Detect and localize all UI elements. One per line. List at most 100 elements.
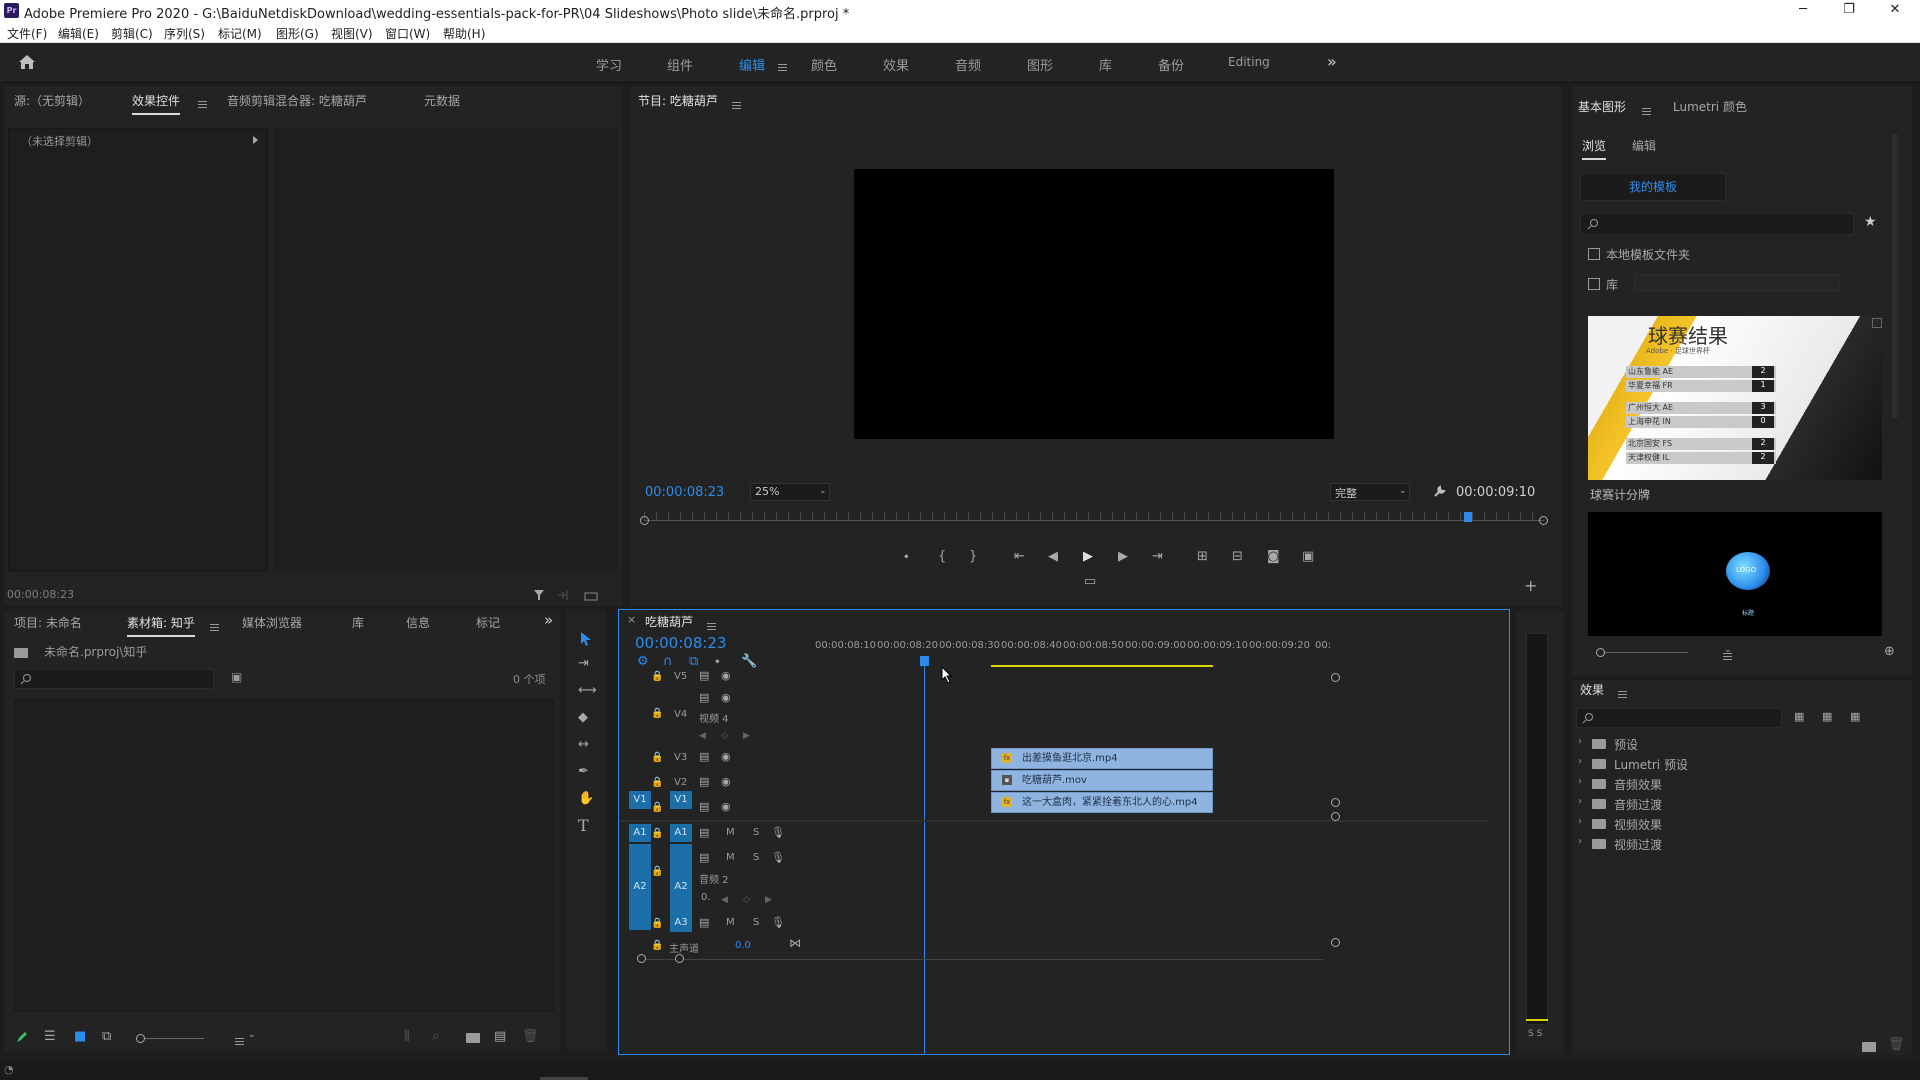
track-v1-target[interactable]: V1 [670,791,692,809]
microphone-icon[interactable]: 🎙 [771,825,785,841]
tab-libraries[interactable]: 库 [352,614,364,631]
program-playhead[interactable] [1464,512,1472,522]
effects-menu-icon[interactable] [1618,691,1627,698]
menu-graphics[interactable]: 图形(G) [276,25,319,42]
video-audio-divider[interactable] [619,820,1487,822]
go-to-out-icon[interactable]: ⇥ [1152,549,1163,565]
tab-audio-clip-mixer[interactable]: 音频剪辑混合器: 吃糖葫芦 [227,92,367,109]
linked-selection-icon[interactable]: ⧉ [689,654,698,670]
extract-icon[interactable]: ⊟ [1232,549,1243,565]
automate-sequence-icon[interactable]: ⫼ [404,1029,410,1045]
next-keyframe-icon[interactable]: ▶ [765,892,772,908]
close-sequence-icon[interactable]: × [627,613,636,626]
tab-browse[interactable]: 浏览 [1582,137,1607,160]
my-templates-button[interactable]: 我的模板 [1580,173,1726,201]
lock-icon[interactable]: 🔒 [651,864,663,880]
menu-file[interactable]: 文件(F) [7,25,47,42]
audio-scroll-top[interactable] [1331,812,1340,821]
nest-icon[interactable]: ⚙ [637,654,649,670]
sync-lock-icon[interactable]: ▤ [699,915,709,931]
effects-item-video-transitions[interactable]: › 视频过渡 [1576,836,1876,854]
camera-icon[interactable]: ◙ [1267,549,1280,565]
play-icon[interactable]: ▶ [1083,549,1093,565]
next-keyframe-icon[interactable]: ▶ [743,728,750,744]
workspace-backup[interactable]: 备份 [1158,55,1184,74]
workspace-color[interactable]: 颜色 [811,55,837,74]
workspace-menu-icon[interactable] [778,64,787,71]
eye-icon[interactable]: ◉ [721,749,731,765]
sync-lock-icon[interactable]: ▤ [699,690,709,706]
zoom-select[interactable]: 25% ⌄ [750,483,830,501]
track-select-tool-icon[interactable]: ⇥ [578,656,589,672]
tab-source[interactable]: 源:（无剪辑） [14,92,90,109]
source-patch-a1[interactable]: A1 [629,824,651,842]
track-area[interactable] [811,668,1331,960]
sync-lock-icon[interactable]: ▤ [699,749,709,765]
sync-lock-icon[interactable]: ▤ [699,774,709,790]
sequence-menu-icon[interactable] [707,623,716,630]
expand-arrow-icon[interactable] [253,136,258,144]
effects-item-video-effects[interactable]: › 视频效果 [1576,816,1876,834]
list-view-icon[interactable]: ☰ [44,1029,56,1045]
solo-button[interactable]: S [753,827,759,838]
hand-tool-icon[interactable]: ✋ [578,791,594,807]
lift-icon[interactable]: ⊞ [1197,549,1208,565]
workspace-editing[interactable]: 编辑 [739,55,766,88]
effects-item-audio-effects[interactable]: › 音频效果 [1576,776,1876,794]
eg-scrollbar[interactable] [1892,134,1898,418]
audio-scroll-bottom[interactable] [1331,938,1340,947]
status-indicator-icon[interactable]: ◔ [4,1063,14,1076]
timeline-timecode[interactable]: 00:00:08:23 [635,634,727,652]
template-card-logo[interactable]: LOGO 标题 [1588,512,1882,636]
track-a1-target[interactable]: A1 [670,824,692,842]
delete-icon[interactable]: 🗑 [522,1029,539,1045]
solo-button[interactable]: S [753,917,759,928]
mark-in-icon[interactable]: { [938,549,946,565]
timeline-settings-icon[interactable]: 🔧 [741,654,757,670]
source-patch-v1[interactable]: V1 [629,791,651,809]
scrub-start-handle[interactable] [640,516,649,525]
prev-keyframe-icon[interactable]: ◀ [699,728,706,744]
accelerated-effects-icon[interactable]: ▦ [1794,709,1804,725]
workspace-audio[interactable]: 音频 [955,55,981,74]
icon-view-icon[interactable]: ■ [74,1029,86,1045]
workspace-libraries[interactable]: 库 [1099,55,1112,74]
solo-button[interactable]: S [753,852,759,863]
timeline-zoom-left-handle[interactable] [637,954,646,963]
panel-menu-icon[interactable] [198,101,207,108]
lock-icon[interactable]: 🔒 [651,775,663,791]
workspace-assembly[interactable]: 组件 [667,55,693,74]
lock-icon[interactable]: 🔒 [651,669,663,685]
project-items-area[interactable] [14,699,554,1011]
master-volume-value[interactable]: 0.0 [735,940,751,951]
eye-icon[interactable]: ◉ [721,668,731,684]
library-select[interactable] [1634,274,1840,292]
workspace-graphics[interactable]: 图形 [1027,55,1053,74]
lock-icon[interactable]: 🔒 [651,938,663,954]
go-to-in-icon[interactable]: ⇤ [1014,549,1025,565]
keyframe-icon[interactable]: ◇ [743,892,750,908]
track-a3-target[interactable]: A3 [670,914,692,932]
pen-tool-icon[interactable]: ✒ [578,764,589,780]
lock-icon[interactable]: 🔒 [651,826,663,842]
menu-window[interactable]: 窗口(W) [385,25,430,42]
mark-out-icon[interactable]: } [969,549,977,565]
wrench-icon[interactable] [1432,485,1446,499]
program-scrub-bar[interactable] [644,520,1544,521]
minimize-button[interactable]: ─ [1788,2,1818,17]
chevron-down-icon[interactable]: ⌄ [1724,645,1732,655]
keyframe-icon[interactable]: ◇ [721,728,728,744]
icon-size-handle[interactable] [136,1034,145,1043]
audio-volume-value[interactable]: 0. [701,892,711,903]
new-layer-icon[interactable]: ⊕ [1884,644,1895,659]
sync-lock-icon[interactable]: ▤ [699,668,709,684]
template-card-scoreboard[interactable]: 球赛结果 Adobe · 足球世界杯 T 山东鲁能 AE 2 华夏幸福 FR 1 广… [1588,316,1882,480]
chevron-down-icon[interactable]: ⌄ [248,1030,256,1040]
star-icon[interactable]: ★ [1864,214,1877,230]
eye-icon[interactable]: ◉ [721,774,731,790]
effects-search-input[interactable] [1576,708,1782,728]
mute-button[interactable]: M [726,827,735,838]
go-to-end-icon[interactable]: ⋈ [789,935,801,951]
maximize-button[interactable]: ❐ [1834,2,1864,17]
new-item-icon[interactable]: ▤ [494,1029,506,1045]
